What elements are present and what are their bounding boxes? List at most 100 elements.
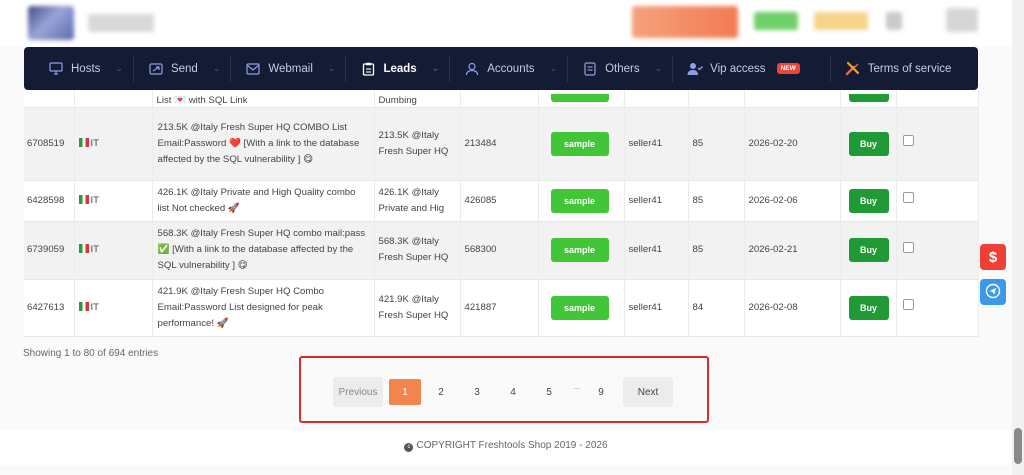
table-row: 6427613 IT 421.9K @Italy Fresh Super HQ …: [24, 279, 979, 336]
id-cell: 6708519: [24, 107, 75, 180]
title-cell: 426.1K @Italy Private and Hig: [374, 180, 461, 221]
user-check-icon: [687, 61, 704, 77]
count-cell: 421887: [460, 279, 539, 336]
seller-cell: seller41: [624, 180, 689, 221]
chevron-down-icon: ⌄: [431, 63, 440, 73]
title-cell: 421.9K @Italy Fresh Super HQ: [374, 279, 461, 336]
nav-label: Webmail: [268, 62, 313, 75]
chevron-down-icon: ⌄: [327, 63, 336, 73]
nav-label: Terms of service: [867, 62, 952, 75]
select-cell: [896, 107, 979, 180]
select-cell: [896, 279, 979, 336]
date-cell: 2026-02-06: [744, 180, 841, 221]
nav-item-send[interactable]: Send ⌄: [134, 47, 230, 90]
description-cell: List 💌 with SQL Link: [152, 90, 375, 107]
leads-table-container: List 💌 with SQL Link Dumbing 6708519 IT …: [24, 90, 979, 337]
date-cell: 2026-02-08: [744, 279, 841, 336]
chevron-down-icon: ⌄: [549, 63, 558, 73]
new-badge: NEW: [776, 63, 800, 74]
pagination-page-9[interactable]: 9: [585, 379, 617, 405]
sample-cell: sample: [538, 279, 625, 336]
id-cell: 6428598: [24, 180, 75, 221]
sample-cell: sample: [538, 180, 625, 221]
balance-button-blurred[interactable]: [632, 6, 738, 38]
nav-item-leads[interactable]: Leads ⌄: [346, 47, 449, 90]
buy-button[interactable]: Buy: [848, 295, 889, 320]
italy-flag-icon: [78, 137, 89, 147]
pagination-page-4[interactable]: 4: [497, 379, 529, 405]
pagination-page-2[interactable]: 2: [425, 379, 457, 405]
description-cell: 213.5K @Italy Fresh Super HQ COMBO List …: [152, 107, 375, 180]
chevron-down-icon: ⌄: [212, 63, 221, 73]
date-cell: [744, 90, 841, 107]
select-cell: [896, 221, 979, 279]
price-cell: [688, 90, 745, 107]
pagination-page-5[interactable]: 5: [533, 379, 565, 405]
sample-button[interactable]: sample: [550, 295, 609, 320]
sample-button[interactable]: sample: [550, 188, 609, 213]
description-cell: 426.1K @Italy Private and High Quality c…: [152, 180, 375, 221]
pagination-previous-button[interactable]: Previous: [333, 377, 383, 407]
table-row: 6708519 IT 213.5K @Italy Fresh Super HQ …: [24, 107, 979, 180]
user-icon: [464, 61, 480, 77]
country-cell: IT: [74, 221, 153, 279]
sample-cell: sample: [538, 107, 625, 180]
telegram-floating-button[interactable]: [980, 279, 1006, 305]
buy-button[interactable]: Buy: [848, 188, 889, 213]
pagination-next-button[interactable]: Next: [623, 377, 673, 407]
table-row-partial: List 💌 with SQL Link Dumbing: [24, 90, 979, 107]
tools-icon: [845, 61, 861, 77]
clipboard-icon: [360, 61, 376, 77]
price-cell: 84: [688, 279, 745, 336]
nav-label: Vip access: [710, 62, 766, 75]
chevron-down-icon: ⌄: [654, 63, 663, 73]
row-checkbox[interactable]: [902, 135, 914, 146]
page-scrollbar-track[interactable]: [1012, 0, 1024, 475]
count-cell: 213484: [460, 107, 539, 180]
nav-item-vip-access[interactable]: Vip access NEW: [673, 47, 810, 90]
italy-flag-icon: [78, 301, 89, 311]
row-checkbox[interactable]: [902, 299, 914, 310]
buy-button[interactable]: Buy: [848, 131, 889, 156]
nav-item-webmail[interactable]: Webmail ⌄: [231, 47, 345, 90]
seller-cell: [624, 90, 689, 107]
sample-cell: [538, 90, 625, 107]
row-checkbox[interactable]: [902, 241, 914, 253]
count-cell: [460, 90, 539, 107]
table-row: 6428598 IT 426.1K @Italy Private and Hig…: [24, 180, 979, 221]
copyright-icon: c: [404, 443, 414, 452]
pagination-page-1[interactable]: 1: [389, 379, 421, 405]
buy-button[interactable]: Buy: [848, 238, 889, 262]
seller-cell: seller41: [624, 221, 689, 279]
user-menu-blurred[interactable]: [946, 8, 978, 32]
nav-item-hosts[interactable]: Hosts ⌄: [34, 47, 133, 90]
header-item-blurred: [886, 12, 902, 30]
sample-button[interactable]: sample: [550, 131, 609, 156]
buy-cell: Buy: [840, 221, 897, 279]
buy-cell: Buy: [840, 180, 897, 221]
dollar-icon: $: [988, 248, 998, 266]
count-cell: 568300: [460, 221, 539, 279]
id-cell: 6739059: [24, 221, 75, 279]
dollar-floating-button[interactable]: $: [980, 244, 1006, 270]
row-checkbox[interactable]: [902, 192, 914, 203]
monitor-icon: [48, 61, 64, 77]
sample-button[interactable]: sample: [550, 238, 609, 262]
nav-item-others[interactable]: Others ⌄: [568, 47, 672, 90]
site-logo[interactable]: [28, 6, 74, 40]
price-cell: 85: [688, 107, 745, 180]
date-cell: 2026-02-20: [744, 107, 841, 180]
country-cell: IT: [74, 279, 153, 336]
nav-item-terms-of-service[interactable]: Terms of service: [831, 47, 962, 90]
nav-item-accounts[interactable]: Accounts ⌄: [450, 47, 567, 90]
count-cell: 426085: [460, 180, 539, 221]
notice-blurred: [814, 12, 868, 30]
pagination-page-3[interactable]: 3: [461, 379, 493, 405]
page-scrollbar-thumb[interactable]: [1014, 428, 1022, 464]
price-cell: 85: [688, 180, 745, 221]
select-cell: [896, 90, 979, 107]
title-cell: 213.5K @Italy Fresh Super HQ: [374, 107, 461, 180]
nav-label: Hosts: [71, 62, 101, 75]
nav-label: Others: [605, 62, 640, 75]
pagination-ellipsis: ...: [573, 381, 581, 391]
